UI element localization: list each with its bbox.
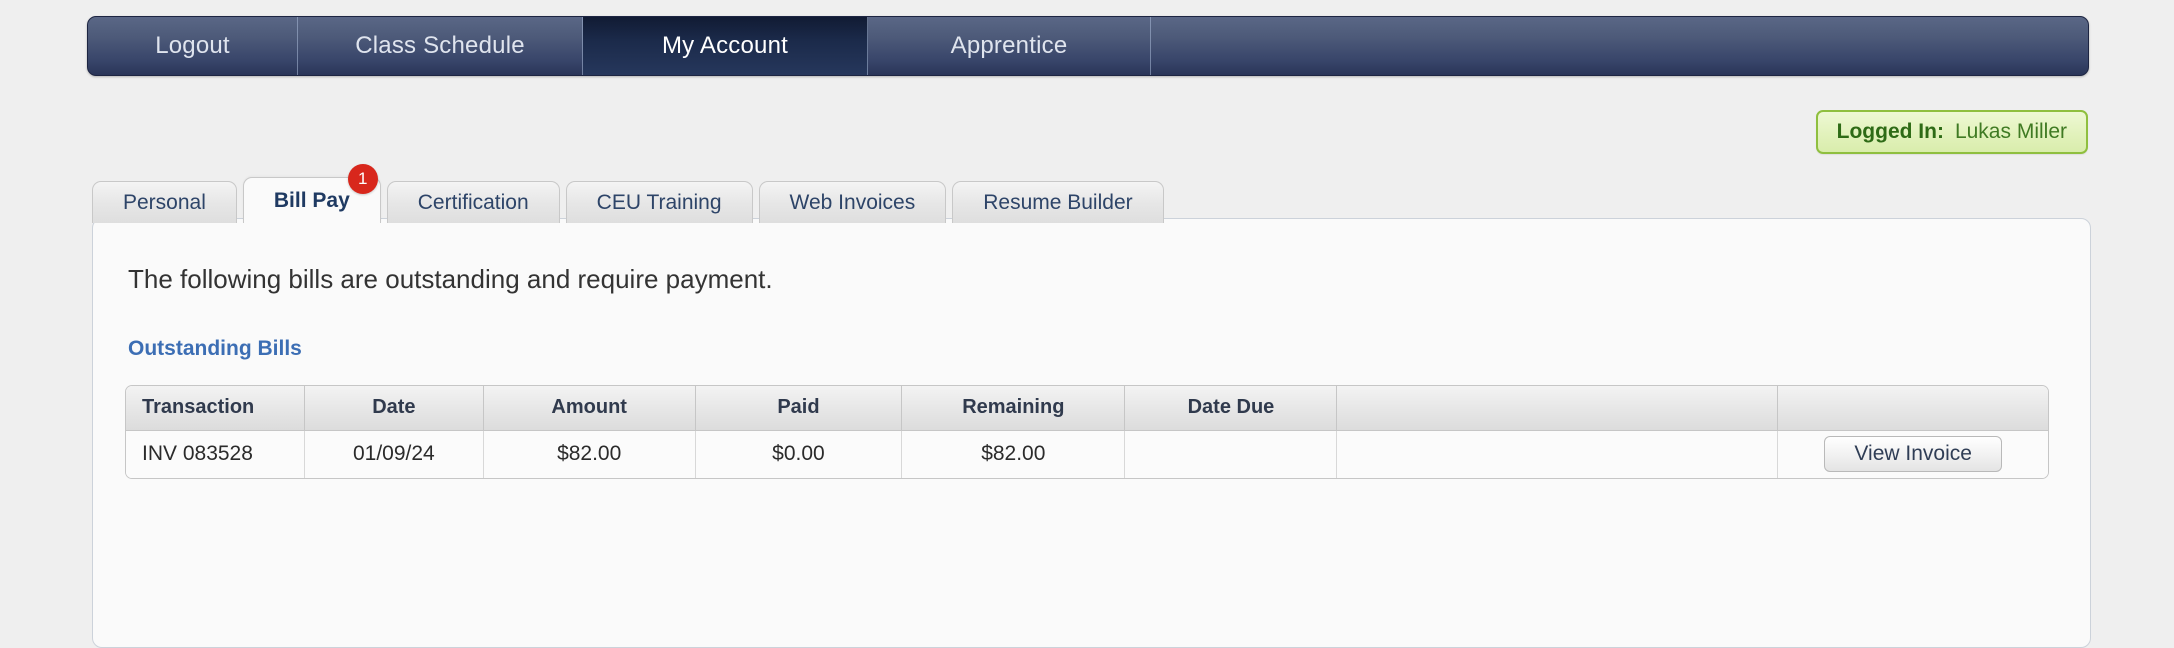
logged-in-status-badge: Logged In: Lukas Miller [1815,110,2088,154]
cell-amount: $82.00 [483,430,696,478]
cell-paid: $0.00 [695,430,903,478]
view-invoice-button[interactable]: View Invoice [1824,436,2003,473]
logged-in-label: Logged In: [1836,120,1944,143]
logged-in-username: Lukas Miller [1954,120,2067,143]
tab-badge-count: 1 [347,164,378,194]
tab-web-invoices[interactable]: Web Invoices [758,181,947,223]
nav-item-label: Class Schedule [355,32,525,59]
tab-bill-pay[interactable]: Bill Pay 1 [242,164,381,223]
account-tab-strip: Personal Bill Pay 1 Certification CEU Tr… [92,164,1170,223]
nav-item-label: Apprentice [950,32,1068,59]
table-body: INV 083528 01/09/24 $82.00 $0.00 $82.00 … [126,430,2048,478]
table-row: INV 083528 01/09/24 $82.00 $0.00 $82.00 … [126,430,2048,478]
cell-date: 01/09/24 [304,430,484,478]
tab-label: CEU Training [596,190,722,214]
tab-label: Resume Builder [983,190,1133,214]
tab-label: Personal [123,190,206,214]
nav-item-label: Logout [155,32,230,59]
cell-date-due [1124,430,1338,478]
nav-item-my-account[interactable]: My Account [583,17,868,75]
column-header-remaining: Remaining [901,386,1126,431]
cell-remaining: $82.00 [901,430,1126,478]
tab-label: Bill Pay [273,188,350,212]
column-header-paid: Paid [695,386,903,431]
column-header-transaction: Transaction [126,386,306,431]
column-header-date-due: Date Due [1124,386,1338,431]
cell-blank [1336,430,1779,478]
column-header-date: Date [304,386,484,431]
tab-personal[interactable]: Personal [92,181,237,223]
tab-label: Web Invoices [789,190,916,214]
bill-pay-panel: The following bills are outstanding and … [92,218,2091,648]
tab-ceu-training[interactable]: CEU Training [565,181,753,223]
panel-intro-text: The following bills are outstanding and … [128,264,773,294]
column-header-amount: Amount [483,386,696,431]
cell-transaction: INV 083528 [126,430,306,478]
column-header-blank-1 [1336,386,1779,431]
table-header-row: Transaction Date Amount Paid Remaining D… [126,386,2048,431]
table-header: Transaction Date Amount Paid Remaining D… [126,386,2048,431]
nav-empty-space [1151,17,2088,75]
nav-item-logout[interactable]: Logout [88,17,298,75]
nav-item-class-schedule[interactable]: Class Schedule [298,17,583,75]
outstanding-bills-table-container: Transaction Date Amount Paid Remaining D… [125,385,2049,479]
outstanding-bills-table: Transaction Date Amount Paid Remaining D… [126,386,2048,478]
nav-item-label: My Account [661,32,789,59]
main-navigation-bar: Logout Class Schedule My Account Apprent… [87,16,2089,76]
tab-label: Certification [417,190,529,214]
section-title-outstanding-bills: Outstanding Bills [128,337,302,360]
column-header-blank-2 [1777,386,2048,431]
tab-resume-builder[interactable]: Resume Builder [952,181,1164,223]
tab-certification[interactable]: Certification [386,181,560,223]
nav-item-apprentice[interactable]: Apprentice [868,17,1151,75]
cell-action: View Invoice [1777,430,2048,478]
